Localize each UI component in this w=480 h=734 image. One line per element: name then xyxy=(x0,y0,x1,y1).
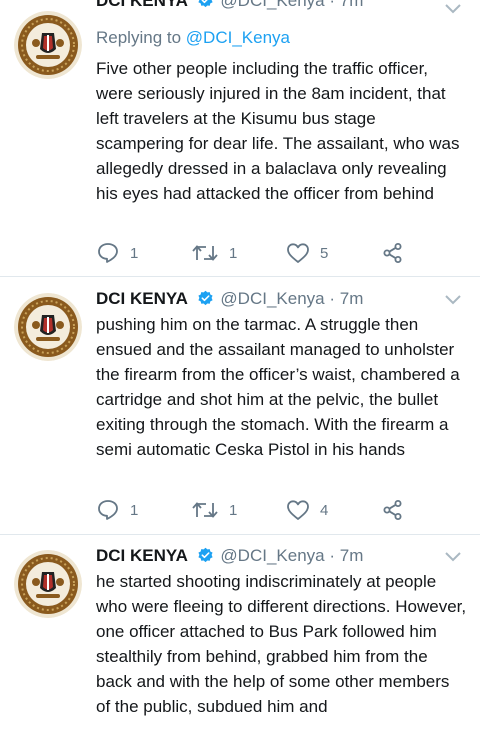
replying-to-mention[interactable]: @DCI_Kenya xyxy=(186,28,290,47)
police-badge-icon xyxy=(14,550,82,618)
verified-badge-icon xyxy=(198,547,213,563)
reply-count: 1 xyxy=(130,244,139,262)
tweet-text: he started shooting indiscriminately at … xyxy=(96,572,467,716)
author-handle[interactable]: @DCI_Kenya xyxy=(220,0,324,10)
author-name[interactable]: DCI KENYA xyxy=(96,546,188,565)
tweet-actions: 1 1 5 xyxy=(96,241,426,265)
reply-count: 1 xyxy=(130,501,139,519)
share-icon xyxy=(383,500,402,520)
like-count: 4 xyxy=(320,501,329,519)
tweet-text: pushing him on the tarmac. A struggle th… xyxy=(96,315,460,459)
author-handle[interactable]: @DCI_Kenya xyxy=(220,546,324,565)
like-button[interactable]: 5 xyxy=(286,241,328,265)
separator-dot: · xyxy=(329,546,336,565)
chevron-down-icon[interactable] xyxy=(444,294,462,306)
tweet-time[interactable]: 7m xyxy=(340,0,364,10)
tweet-2[interactable]: DCI KENYA @DCI_Kenya · 7m pushing him on… xyxy=(0,277,480,534)
retweet-count: 1 xyxy=(229,501,238,519)
avatar-dci-kenya-3[interactable] xyxy=(14,550,82,618)
heart-icon xyxy=(287,500,309,520)
like-button[interactable]: 4 xyxy=(286,498,328,522)
share-icon xyxy=(383,243,402,263)
tweet-header: DCI KENYA @DCI_Kenya · 7m xyxy=(96,288,363,310)
replying-to-label: Replying to xyxy=(96,28,182,47)
separator-dot: · xyxy=(329,289,336,308)
tweet-header: DCI KENYA @DCI_Kenya · 7m xyxy=(96,0,363,12)
reply-icon xyxy=(98,500,118,520)
avatar-dci-kenya-1[interactable] xyxy=(14,11,82,79)
chevron-down-icon[interactable] xyxy=(444,3,462,15)
author-handle[interactable]: @DCI_Kenya xyxy=(220,289,324,308)
retweet-button[interactable]: 1 xyxy=(191,241,237,265)
verified-badge-icon xyxy=(198,0,213,8)
share-button[interactable] xyxy=(382,498,404,522)
heart-icon xyxy=(287,243,309,263)
tweet-time[interactable]: 7m xyxy=(340,289,364,308)
police-badge-icon xyxy=(14,293,82,361)
like-count: 5 xyxy=(320,244,329,262)
tweet-text: Five other people including the traffic … xyxy=(96,59,460,203)
verified-badge-icon xyxy=(198,290,213,306)
author-name[interactable]: DCI KENYA xyxy=(96,289,188,308)
tweet-1[interactable]: DCI KENYA @DCI_Kenya · 7m Replying to @D… xyxy=(0,0,480,276)
reply-icon xyxy=(98,243,118,263)
retweet-icon xyxy=(192,245,218,261)
retweet-count: 1 xyxy=(229,244,238,262)
author-name[interactable]: DCI KENYA xyxy=(96,0,188,10)
police-badge-icon xyxy=(14,11,82,79)
tweet-3[interactable]: DCI KENYA @DCI_Kenya · 7m he started sho… xyxy=(0,535,480,734)
reply-button[interactable]: 1 xyxy=(96,498,138,522)
avatar-dci-kenya-2[interactable] xyxy=(14,293,82,361)
share-button[interactable] xyxy=(382,241,404,265)
tweet-time[interactable]: 7m xyxy=(340,546,364,565)
retweet-icon xyxy=(192,502,218,518)
retweet-button[interactable]: 1 xyxy=(191,498,237,522)
tweet-header: DCI KENYA @DCI_Kenya · 7m xyxy=(96,545,363,567)
tweet-actions: 1 1 4 xyxy=(96,498,426,522)
separator-dot: · xyxy=(329,0,336,10)
reply-button[interactable]: 1 xyxy=(96,241,138,265)
replying-to: Replying to @DCI_Kenya xyxy=(96,27,290,49)
chevron-down-icon[interactable] xyxy=(444,551,462,563)
